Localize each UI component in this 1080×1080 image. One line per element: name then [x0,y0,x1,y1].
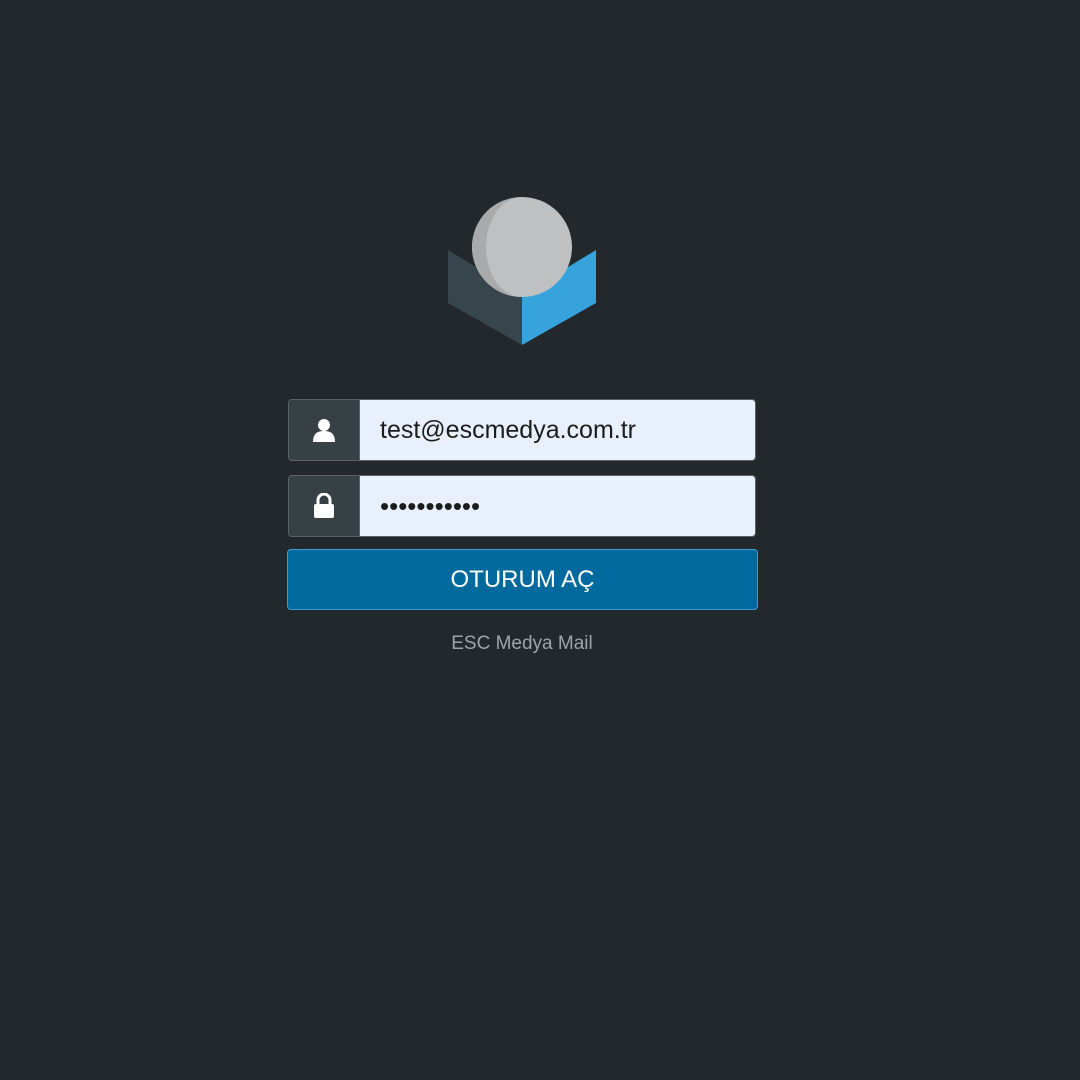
user-icon [289,400,360,460]
username-field [288,399,756,461]
password-field [288,475,756,537]
product-name: ESC Medya Mail [451,633,593,654]
lock-icon [289,476,360,536]
login-page: OTURUM AÇ ESC Medya Mail [0,0,1080,1080]
roundcube-logo [448,197,596,345]
username-input[interactable] [360,400,755,460]
password-input[interactable] [360,476,755,536]
login-button[interactable]: OTURUM AÇ [287,549,758,610]
